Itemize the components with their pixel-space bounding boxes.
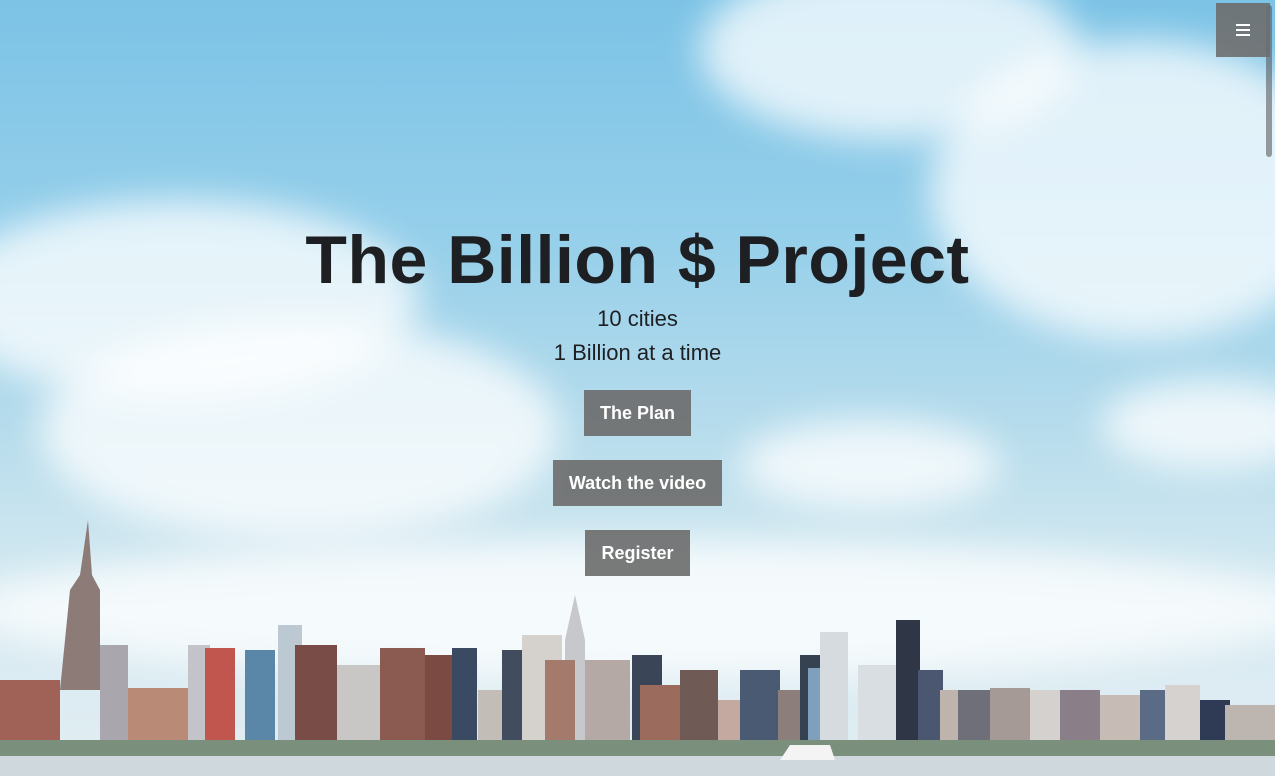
subtitle-line-1: 10 cities xyxy=(597,306,678,331)
the-plan-button[interactable]: The Plan xyxy=(583,390,691,436)
menu-button[interactable] xyxy=(1216,3,1270,57)
video-button-wrap: Watch the video xyxy=(0,460,1275,506)
hero-background xyxy=(0,0,1275,776)
hamburger-icon xyxy=(1236,24,1250,36)
register-button-wrap: Register xyxy=(0,530,1275,576)
hero-content: The Billion $ Project 10 cities 1 Billio… xyxy=(0,218,1275,370)
plan-button-wrap: The Plan xyxy=(0,390,1275,436)
city-skyline xyxy=(0,520,1275,776)
page-title: The Billion $ Project xyxy=(305,222,970,298)
subtitle-line-2: 1 Billion at a time xyxy=(553,340,722,365)
register-button[interactable]: Register xyxy=(585,530,690,576)
watch-video-button[interactable]: Watch the video xyxy=(552,460,723,506)
